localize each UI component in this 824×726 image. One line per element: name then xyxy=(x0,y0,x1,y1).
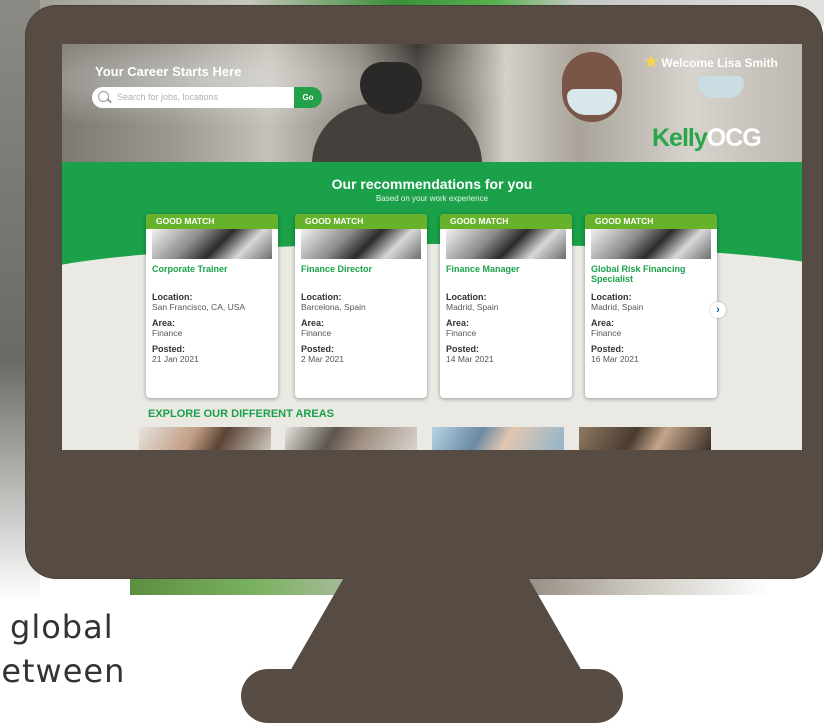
job-card[interactable]: GOOD MATCH Corporate Trainer Location: S… xyxy=(146,214,278,398)
area-label: Area: xyxy=(591,318,615,328)
search-icon xyxy=(98,91,109,102)
carousel-next-icon[interactable]: › xyxy=(710,302,726,318)
monitor-screen: Your Career Starts Here Search for jobs,… xyxy=(62,44,802,450)
job-card[interactable]: GOOD MATCH Finance Director Location: Ba… xyxy=(295,214,427,398)
match-badge: GOOD MATCH xyxy=(295,214,427,229)
go-button[interactable]: Go xyxy=(294,87,322,108)
location-label: Location: xyxy=(301,292,342,302)
location-value: Barcelona, Spain xyxy=(301,302,366,312)
hero-person2-mask xyxy=(567,89,617,115)
area-tile[interactable] xyxy=(285,427,417,450)
location-label: Location: xyxy=(152,292,193,302)
job-card-image xyxy=(152,229,272,259)
area-label: Area: xyxy=(152,318,176,328)
job-title[interactable]: Global Risk Financing Specialist xyxy=(591,264,711,286)
location-value: Madrid, Spain xyxy=(446,302,499,312)
location-label: Location: xyxy=(446,292,487,302)
slide-caption-line1: global xyxy=(10,608,114,646)
hero-person3-mask xyxy=(698,76,744,98)
job-title[interactable]: Corporate Trainer xyxy=(152,264,272,286)
area-value: Finance xyxy=(446,328,477,338)
location-value: Madrid, Spain xyxy=(591,302,644,312)
area-value: Finance xyxy=(591,328,622,338)
job-card-image xyxy=(591,229,711,259)
match-badge: GOOD MATCH xyxy=(146,214,278,229)
job-card[interactable]: GOOD MATCH Global Risk Financing Special… xyxy=(585,214,717,398)
posted-value: 14 Mar 2021 xyxy=(446,354,494,364)
job-card-image xyxy=(301,229,421,259)
monitor-stand-base xyxy=(241,669,623,723)
welcome-text: Welcome Lisa Smith xyxy=(661,56,778,70)
match-badge: GOOD MATCH xyxy=(585,214,717,229)
career-title: Your Career Starts Here xyxy=(95,64,242,79)
search-placeholder: Search for jobs, locations xyxy=(117,92,219,102)
logo-kelly: Kelly xyxy=(652,124,708,152)
slide-caption-line2: between xyxy=(0,652,126,690)
slide-caption: global between xyxy=(0,605,125,693)
posted-label: Posted: xyxy=(301,344,335,354)
welcome-message[interactable]: ★ Welcome Lisa Smith xyxy=(644,54,778,71)
posted-label: Posted: xyxy=(152,344,186,354)
job-title[interactable]: Finance Director xyxy=(301,264,421,286)
recommendations-title: Our recommendations for you xyxy=(331,176,533,192)
location-value: San Francisco, CA, USA xyxy=(152,302,246,312)
recommendations-subtitle: Based on your work experience xyxy=(375,194,489,203)
job-card[interactable]: GOOD MATCH Finance Manager Location: Mad… xyxy=(440,214,572,398)
posted-label: Posted: xyxy=(591,344,625,354)
area-value: Finance xyxy=(301,328,332,338)
posted-label: Posted: xyxy=(446,344,480,354)
job-title[interactable]: Finance Manager xyxy=(446,264,566,286)
star-icon: ★ xyxy=(644,54,659,71)
area-label: Area: xyxy=(446,318,470,328)
area-tile[interactable] xyxy=(432,427,564,450)
match-badge: GOOD MATCH xyxy=(440,214,572,229)
area-label: Area: xyxy=(301,318,325,328)
area-tile[interactable] xyxy=(139,427,271,450)
posted-value: 16 Mar 2021 xyxy=(591,354,639,364)
posted-value: 2 Mar 2021 xyxy=(301,354,344,364)
explore-areas-title: EXPLORE OUR DIFFERENT AREAS xyxy=(148,408,334,420)
logo-ocg: OCG xyxy=(706,124,762,152)
location-label: Location: xyxy=(591,292,632,302)
kelly-ocg-logo: KellyOCG xyxy=(652,124,762,153)
job-card-image xyxy=(446,229,566,259)
posted-value: 21 Jan 2021 xyxy=(152,354,199,364)
area-value: Finance xyxy=(152,328,183,338)
area-tile[interactable] xyxy=(579,427,711,450)
